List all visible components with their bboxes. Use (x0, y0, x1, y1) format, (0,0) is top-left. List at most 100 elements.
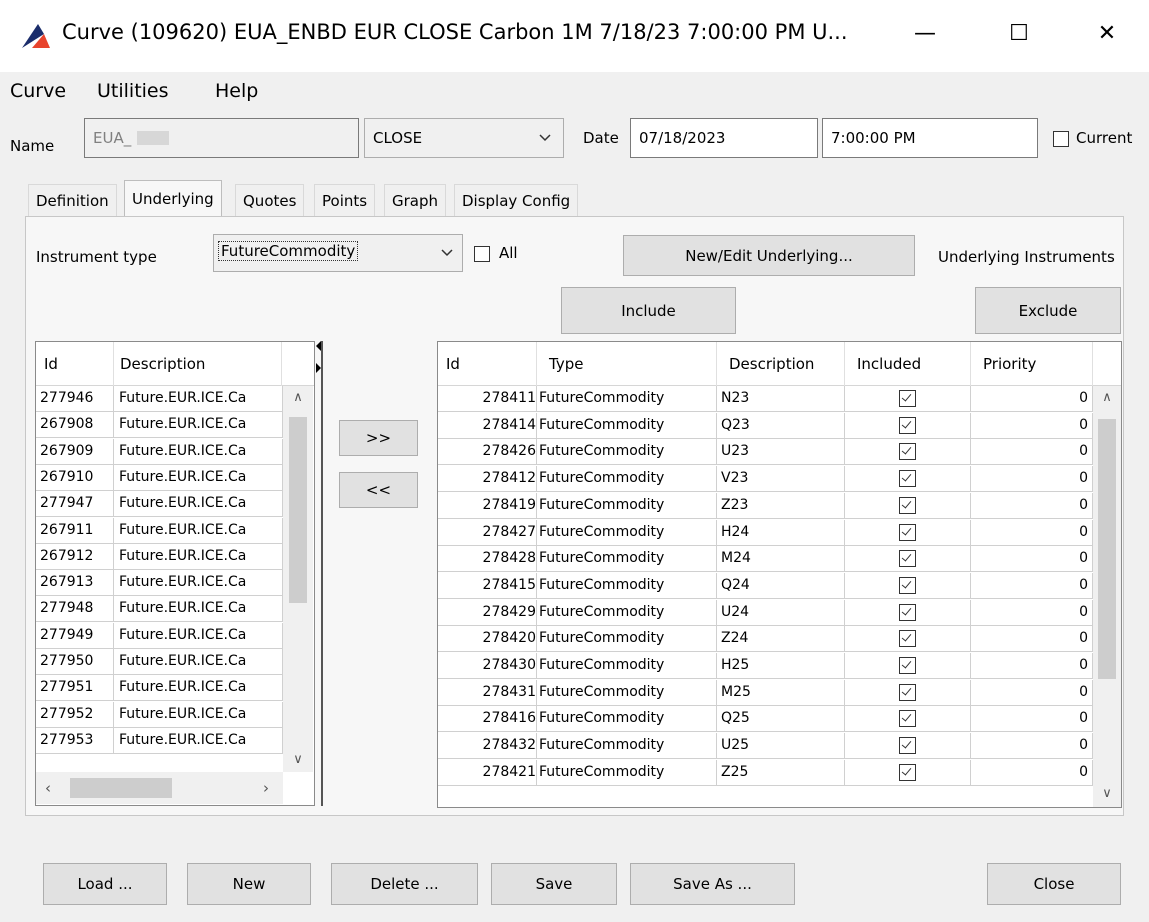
underlying-instruments-table[interactable]: Id Type Description Included Priority 27… (437, 341, 1122, 808)
included-check-icon[interactable] (899, 550, 916, 568)
name-field[interactable]: EUA_ (84, 118, 359, 158)
column-header-description[interactable]: Description (717, 342, 845, 386)
move-right-button[interactable]: >> (339, 420, 418, 456)
table-row[interactable]: 267908 Future.EUR.ICE.Ca (36, 412, 283, 439)
table-row[interactable]: 278431 FutureCommodity M25 0 (438, 679, 1093, 706)
save-button[interactable]: Save (491, 863, 617, 905)
included-check-icon[interactable] (899, 737, 916, 755)
included-check-icon[interactable] (899, 576, 916, 594)
new-button[interactable]: New (187, 863, 311, 905)
included-check-icon[interactable] (899, 523, 916, 541)
included-check-icon[interactable] (899, 657, 916, 674)
row-included[interactable] (845, 706, 971, 732)
tab-definition[interactable]: Definition (28, 184, 117, 216)
included-check-icon[interactable] (899, 390, 916, 407)
table-row[interactable]: 277953 Future.EUR.ICE.Ca (36, 727, 283, 754)
menu-curve[interactable]: Curve (10, 80, 66, 102)
table-row[interactable]: 277951 Future.EUR.ICE.Ca (36, 675, 283, 702)
menu-utilities[interactable]: Utilities (97, 80, 169, 102)
delete-button[interactable]: Delete ... (331, 863, 478, 905)
price-type-select[interactable]: CLOSE (364, 118, 564, 158)
row-included[interactable] (845, 439, 971, 465)
exclude-button[interactable]: Exclude (975, 287, 1121, 334)
date-field[interactable]: 07/18/2023 (630, 118, 818, 158)
scroll-left-arrow-icon[interactable]: ‹ (40, 779, 56, 797)
move-left-button[interactable]: << (339, 472, 418, 508)
left-hscroll-thumb[interactable] (70, 778, 172, 798)
row-included[interactable] (845, 679, 971, 705)
maximize-button[interactable]: ☐ (996, 14, 1042, 54)
tab-display-config[interactable]: Display Config (454, 184, 579, 216)
scroll-up-arrow-icon[interactable]: ∧ (283, 390, 313, 405)
row-included[interactable] (845, 599, 971, 625)
column-header-priority[interactable]: Priority (971, 342, 1093, 386)
included-check-icon[interactable] (899, 683, 916, 701)
table-row[interactable]: 278412 FutureCommodity V23 0 (438, 466, 1093, 493)
collapse-left-icon[interactable] (316, 341, 321, 351)
table-row[interactable]: 278416 FutureCommodity Q25 0 (438, 706, 1093, 733)
table-row[interactable]: 267909 Future.EUR.ICE.Ca (36, 438, 283, 465)
chevron-down-icon[interactable] (538, 133, 552, 143)
tab-quotes[interactable]: Quotes (235, 184, 305, 216)
table-row[interactable]: 277948 Future.EUR.ICE.Ca (36, 596, 283, 623)
table-row[interactable]: 278415 FutureCommodity Q24 0 (438, 572, 1093, 599)
row-included[interactable] (845, 519, 971, 545)
close-window-button[interactable]: ✕ (1084, 14, 1130, 54)
included-check-icon[interactable] (899, 496, 916, 514)
table-row[interactable]: 277950 Future.EUR.ICE.Ca (36, 649, 283, 675)
column-header-included[interactable]: Included (845, 342, 971, 386)
load-button[interactable]: Load ... (43, 863, 167, 905)
chevron-down-icon[interactable] (440, 248, 454, 258)
left-scroll-thumb[interactable] (289, 417, 307, 603)
table-row[interactable]: 277949 Future.EUR.ICE.Ca (36, 622, 283, 649)
instrument-type-select[interactable]: FutureCommodity (213, 234, 463, 272)
included-check-icon[interactable] (899, 710, 916, 728)
row-included[interactable] (845, 759, 971, 785)
row-included[interactable] (845, 572, 971, 598)
close-button[interactable]: Close (987, 863, 1121, 905)
table-row[interactable]: 267912 Future.EUR.ICE.Ca (36, 543, 283, 570)
row-included[interactable] (845, 492, 971, 518)
save-as-button[interactable]: Save As ... (630, 863, 795, 905)
table-row[interactable]: 278427 FutureCommodity H24 0 (438, 519, 1093, 546)
table-row[interactable]: 278432 FutureCommodity U25 0 (438, 733, 1093, 760)
table-row[interactable]: 277952 Future.EUR.ICE.Ca (36, 701, 283, 728)
row-included[interactable] (845, 412, 971, 438)
included-check-icon[interactable] (899, 603, 916, 621)
row-included[interactable] (845, 733, 971, 759)
right-scroll-thumb[interactable] (1098, 419, 1116, 679)
column-header-id[interactable]: Id (36, 342, 114, 386)
table-row[interactable]: 278428 FutureCommodity M24 0 (438, 546, 1093, 573)
minimize-button[interactable]: — (902, 14, 948, 54)
table-row[interactable]: 278414 FutureCommodity Q23 0 (438, 412, 1093, 439)
scroll-right-arrow-icon[interactable]: › (258, 779, 274, 797)
table-row[interactable]: 278426 FutureCommodity U23 0 (438, 439, 1093, 466)
scroll-up-arrow-icon[interactable]: ∧ (1093, 390, 1121, 405)
included-check-icon[interactable] (899, 443, 916, 461)
row-included[interactable] (845, 626, 971, 652)
row-included[interactable] (845, 466, 971, 492)
column-header-id[interactable]: Id (438, 342, 537, 386)
column-header-description[interactable]: Description (114, 342, 282, 386)
all-checkbox[interactable] (474, 246, 490, 262)
new-edit-underlying-button[interactable]: New/Edit Underlying... (623, 235, 915, 276)
left-horizontal-scrollbar[interactable]: ‹ › (36, 772, 283, 804)
table-row[interactable]: 278429 FutureCommodity U24 0 (438, 599, 1093, 626)
expand-right-icon[interactable] (316, 363, 321, 373)
table-row[interactable]: 278419 FutureCommodity Z23 0 (438, 492, 1093, 519)
right-vertical-scrollbar[interactable]: ∧ ∨ (1093, 386, 1121, 807)
table-row[interactable]: 267913 Future.EUR.ICE.Ca (36, 570, 283, 597)
scroll-down-arrow-icon[interactable]: ∨ (283, 752, 313, 767)
tab-points[interactable]: Points (314, 184, 376, 216)
row-included[interactable] (845, 386, 971, 411)
table-row[interactable]: 267911 Future.EUR.ICE.Ca (36, 517, 283, 544)
table-row[interactable]: 278421 FutureCommodity Z25 0 (438, 759, 1093, 786)
table-row[interactable]: 278420 FutureCommodity Z24 0 (438, 626, 1093, 653)
tab-graph[interactable]: Graph (384, 184, 447, 216)
menu-help[interactable]: Help (215, 80, 258, 102)
column-header-type[interactable]: Type (537, 342, 717, 386)
available-instruments-table[interactable]: Id Description 277946 Future.EUR.ICE.Ca 26… (35, 341, 315, 806)
table-row[interactable]: 277947 Future.EUR.ICE.Ca (36, 491, 283, 518)
table-row[interactable]: 278411 FutureCommodity N23 0 (438, 386, 1093, 412)
table-row[interactable]: 278430 FutureCommodity H25 0 (438, 653, 1093, 679)
